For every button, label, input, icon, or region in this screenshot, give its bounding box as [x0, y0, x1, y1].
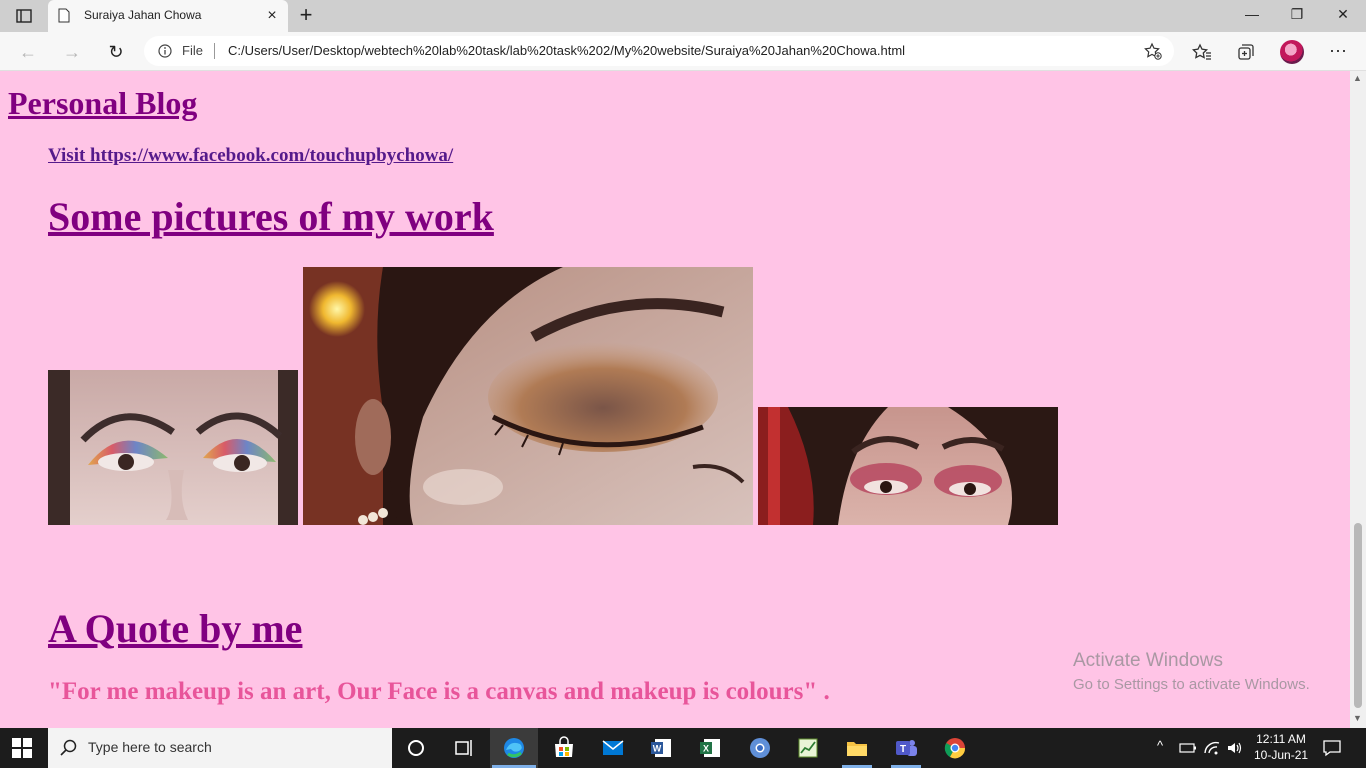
makeup-photo-1 [48, 370, 298, 525]
url-field[interactable]: File C:/Users/User/Desktop/webtech%20lab… [144, 36, 1174, 66]
search-placeholder: Type here to search [88, 739, 212, 755]
chart-app-icon[interactable] [796, 736, 820, 760]
add-favorite-icon[interactable] [1144, 42, 1162, 60]
wifi-icon[interactable] [1203, 739, 1221, 757]
url-separator [214, 43, 215, 59]
teams-icon[interactable]: T [894, 736, 918, 760]
svg-text:T: T [900, 744, 906, 755]
vertical-scrollbar[interactable]: ▲ ▼ [1350, 71, 1366, 728]
word-icon[interactable]: W [649, 736, 673, 760]
clock-date: 10-Jun-21 [1254, 748, 1309, 762]
notifications-icon[interactable] [1322, 738, 1342, 758]
scrollbar-thumb[interactable] [1354, 523, 1362, 708]
restore-icon[interactable]: ❐ [1285, 6, 1309, 26]
makeup-photo-2 [303, 267, 753, 525]
pictures-heading: Some pictures of my work [48, 194, 494, 239]
info-icon[interactable] [158, 44, 172, 58]
chrome-icon[interactable] [943, 736, 967, 760]
tab-bar: Suraiya Jahan Chowa × + — ❐ ✕ [0, 0, 1366, 32]
collections-icon[interactable] [1236, 42, 1256, 62]
minimize-icon[interactable]: — [1240, 6, 1264, 26]
battery-icon[interactable] [1179, 740, 1197, 756]
taskbar-clock[interactable]: 12:11 AM 10-Jun-21 [1254, 731, 1308, 763]
file-explorer-icon[interactable] [845, 736, 869, 760]
scroll-up-arrow-icon[interactable]: ▲ [1353, 73, 1362, 83]
tab-actions-icon[interactable] [8, 6, 40, 26]
quote-heading: A Quote by me [48, 606, 303, 651]
clock-time: 12:11 AM [1256, 732, 1306, 746]
windows-taskbar: Type here to search W X T ^ 12:11 AM 10-… [0, 728, 1366, 768]
new-tab-button[interactable]: + [294, 4, 318, 28]
svg-text:W: W [653, 744, 662, 754]
show-hidden-icons-icon[interactable]: ^ [1157, 738, 1163, 753]
forward-icon[interactable]: → [60, 40, 84, 64]
cortana-icon[interactable] [404, 736, 428, 760]
close-tab-icon[interactable]: × [264, 8, 280, 24]
search-icon [60, 739, 77, 756]
scroll-down-arrow-icon[interactable]: ▼ [1353, 713, 1362, 723]
windows-start-icon[interactable] [12, 738, 32, 758]
microsoft-store-icon[interactable] [552, 736, 576, 760]
mail-icon[interactable] [601, 736, 625, 760]
refresh-icon[interactable]: ↻ [104, 40, 128, 64]
volume-icon[interactable] [1226, 739, 1244, 757]
address-bar: ← → ↻ File C:/Users/User/Desktop/webtech… [0, 32, 1366, 71]
favorites-icon[interactable] [1192, 42, 1212, 62]
watermark-title: Activate Windows [1073, 650, 1223, 671]
excel-icon[interactable]: X [698, 736, 722, 760]
more-options-icon[interactable]: ··· [1328, 40, 1348, 64]
taskbar-search-box[interactable]: Type here to search [48, 728, 392, 768]
makeup-photo-3 [758, 407, 1058, 525]
profile-avatar[interactable] [1280, 40, 1304, 64]
browser-tab[interactable]: Suraiya Jahan Chowa × [48, 0, 288, 32]
web-page: Personal Blog Visit https://www.facebook… [0, 71, 1350, 728]
edge-browser-icon[interactable] [502, 736, 526, 760]
watermark-subtitle: Go to Settings to activate Windows. [1073, 676, 1310, 693]
facebook-link[interactable]: Visit https://www.facebook.com/touchupby… [48, 145, 453, 167]
url-scheme-label: File [182, 43, 203, 58]
tab-title: Suraiya Jahan Chowa [84, 8, 202, 22]
task-view-icon[interactable] [452, 736, 476, 760]
page-icon [58, 8, 70, 23]
back-icon[interactable]: ← [16, 40, 40, 64]
chrome-canary-icon[interactable] [748, 736, 772, 760]
svg-text:X: X [703, 744, 709, 754]
activate-windows-watermark: Activate Windows Go to Settings to activ… [1073, 650, 1310, 693]
quote-text: "For me makeup is an art, Our Face is a … [48, 678, 830, 705]
url-text[interactable]: C:/Users/User/Desktop/webtech%20lab%20ta… [228, 43, 905, 58]
close-window-icon[interactable]: ✕ [1331, 6, 1355, 26]
page-title: Personal Blog [8, 85, 198, 121]
